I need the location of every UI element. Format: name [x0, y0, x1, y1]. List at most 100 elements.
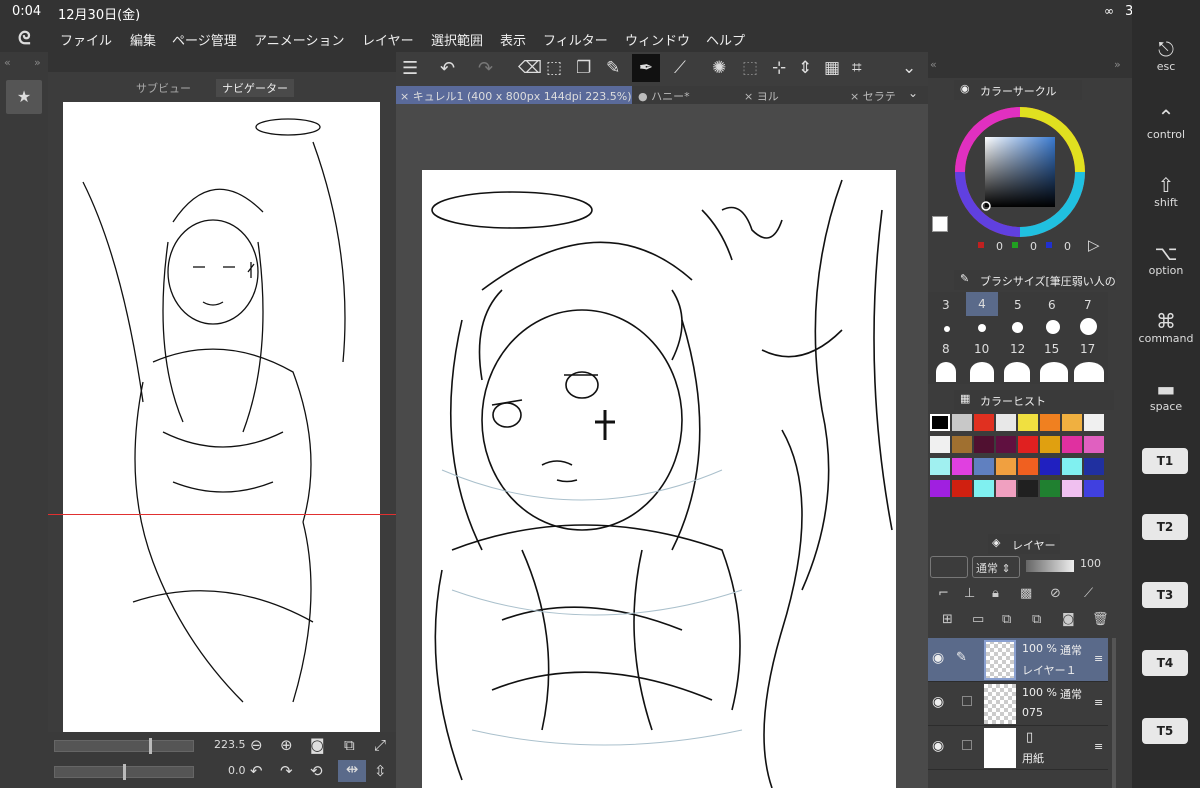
menu-selection[interactable]: 選択範囲 — [431, 30, 483, 49]
esc-button[interactable]: ⎋ esc — [1132, 38, 1200, 73]
menu-view[interactable]: 表示 — [500, 30, 526, 49]
scale-icon[interactable]: ⇕ — [798, 58, 812, 78]
layer-row-paper[interactable]: ◉ ▯ 用紙 ≡ — [928, 726, 1108, 770]
drag-handle-icon[interactable]: ≡ — [1094, 652, 1103, 665]
layer-row-2[interactable]: ◉ 100 % 通常 075 ≡ — [928, 682, 1108, 726]
layer-scrollbar[interactable] — [1112, 638, 1116, 788]
history-swatch[interactable] — [996, 436, 1016, 453]
rotate-left-icon[interactable]: ↶ — [250, 762, 263, 780]
color-history-header[interactable]: ▦ カラーヒスト — [954, 390, 1114, 410]
lock-alpha-icon[interactable]: ▩ — [1020, 586, 1032, 601]
menu-edit[interactable]: 編集 — [130, 30, 156, 49]
play-icon[interactable]: ▷ — [1088, 236, 1100, 254]
opacity-slider[interactable] — [1026, 560, 1074, 572]
redo-icon[interactable]: ↷ — [478, 58, 493, 79]
t3-button[interactable]: T3 — [1142, 582, 1188, 608]
tabs-chevron-down-icon[interactable]: ⌄ — [908, 86, 918, 100]
tab-serate[interactable]: × セラテ — [846, 86, 902, 104]
menu-filter[interactable]: フィルター — [543, 30, 608, 49]
history-swatch[interactable] — [952, 436, 972, 453]
history-swatch[interactable] — [930, 458, 950, 475]
canvas-area[interactable] — [396, 104, 928, 788]
option-button[interactable]: ⌥ option — [1132, 242, 1200, 277]
shift-button[interactable]: ⇧ shift — [1132, 174, 1200, 209]
history-swatch[interactable] — [1040, 436, 1060, 453]
menu-file[interactable]: ファイル — [60, 30, 112, 49]
history-swatch[interactable] — [930, 414, 950, 431]
fit-window-icon[interactable]: ⧉ — [344, 736, 355, 754]
layer-row-1[interactable]: ◉ ✎ 100 % 通常 レイヤー１ ≡ — [928, 638, 1108, 682]
reset-rotate-icon[interactable]: ⟲ — [310, 762, 323, 780]
eye-icon[interactable]: ◉ — [932, 650, 944, 666]
history-swatch[interactable] — [1040, 414, 1060, 431]
material-star-icon[interactable]: ★ — [6, 80, 42, 114]
history-swatch[interactable] — [974, 458, 994, 475]
brush-size-6[interactable]: 6 — [1048, 298, 1056, 312]
t5-button[interactable]: T5 — [1142, 718, 1188, 744]
rotate-right-icon[interactable]: ↷ — [280, 762, 293, 780]
eye-icon[interactable]: ◉ — [932, 694, 944, 710]
history-swatch[interactable] — [930, 436, 950, 453]
history-swatch[interactable] — [974, 414, 994, 431]
merge-down-icon[interactable]: ⧉ — [1002, 612, 1011, 627]
menu-animation[interactable]: アニメーション — [254, 30, 344, 49]
history-swatch[interactable] — [1084, 414, 1104, 431]
main-color-swatch[interactable] — [932, 216, 948, 232]
space-button[interactable]: ▬ space — [1132, 378, 1200, 413]
t1-button[interactable]: T1 — [1142, 448, 1188, 474]
tab-honey[interactable]: ● ハニー* — [634, 86, 738, 104]
brush-size-4[interactable]: 4 — [966, 292, 998, 316]
expand-right-icon[interactable]: » — [1114, 58, 1121, 71]
lock-icon[interactable]: 🔒︎ — [992, 586, 999, 601]
flip-horizontal-icon[interactable]: ⇹ — [338, 760, 366, 782]
expand-icon[interactable]: ⤢ — [374, 736, 386, 754]
history-swatch[interactable] — [974, 436, 994, 453]
deselect-icon[interactable]: ⬚ — [742, 58, 758, 78]
mask-icon[interactable]: ⊘ — [1050, 586, 1061, 601]
menu-help[interactable]: ヘルプ — [706, 30, 745, 49]
layer-header[interactable]: ◈ レイヤー — [988, 534, 1060, 554]
tab-kyureru[interactable]: × キュレル1 (400 x 800px 144dpi 223.5%) — [396, 86, 632, 104]
history-swatch[interactable] — [996, 414, 1016, 431]
blend-mode-select[interactable]: 通常 ⇕ — [972, 556, 1020, 578]
navigator-preview[interactable] — [63, 102, 380, 732]
history-swatch[interactable] — [1018, 436, 1038, 453]
command-button[interactable]: ⌘ command — [1132, 310, 1200, 345]
close-icon[interactable]: × — [400, 90, 413, 103]
menu-window[interactable]: ウィンドウ — [625, 30, 690, 49]
zoom-in-icon[interactable]: ⊕ — [280, 736, 293, 754]
collapse-right-icon[interactable]: « — [930, 58, 937, 71]
history-swatch[interactable] — [930, 480, 950, 497]
history-swatch[interactable] — [1018, 414, 1038, 431]
history-swatch[interactable] — [1084, 480, 1104, 497]
menu-layer[interactable]: レイヤー — [362, 30, 414, 49]
clip-studio-logo-icon[interactable]: ᘓ — [18, 28, 31, 49]
ruler-icon[interactable]: ⟋ — [1084, 586, 1093, 601]
brush-size-5[interactable]: 5 — [1014, 298, 1022, 312]
fit-view-icon[interactable]: ◙ — [310, 736, 325, 754]
history-swatch[interactable] — [1062, 414, 1082, 431]
color-wheel[interactable] — [950, 102, 1090, 242]
drag-handle-icon[interactable]: ≡ — [1094, 740, 1103, 753]
layer-color-select[interactable] — [930, 556, 968, 578]
history-swatch[interactable] — [1040, 480, 1060, 497]
transform-icon[interactable]: ⊹ — [772, 58, 786, 78]
history-swatch[interactable] — [1018, 480, 1038, 497]
menu-icon[interactable]: ☰ — [402, 58, 418, 79]
pen-active-icon[interactable]: ✒ — [632, 54, 660, 82]
flip-vertical-icon[interactable]: ⇳ — [374, 762, 387, 780]
eye-icon[interactable]: ◉ — [932, 738, 944, 754]
t2-button[interactable]: T2 — [1142, 514, 1188, 540]
gradient-icon[interactable]: ▦ — [824, 58, 840, 78]
select-rect-icon[interactable]: ⬚ — [546, 58, 562, 78]
new-raster-layer-icon[interactable]: ⊞ — [942, 612, 953, 627]
history-swatch[interactable] — [1062, 436, 1082, 453]
history-swatch[interactable] — [1018, 458, 1038, 475]
menu-page[interactable]: ページ管理 — [172, 30, 237, 49]
brush-size-7[interactable]: 7 — [1084, 298, 1092, 312]
history-swatch[interactable] — [996, 480, 1016, 497]
copy-layer-icon[interactable]: ❐ — [576, 58, 591, 78]
brush-size-8[interactable]: 8 — [942, 342, 950, 356]
trash-icon[interactable]: 🗑︎ — [1092, 612, 1109, 627]
expand-left-icon[interactable]: » — [34, 56, 41, 69]
